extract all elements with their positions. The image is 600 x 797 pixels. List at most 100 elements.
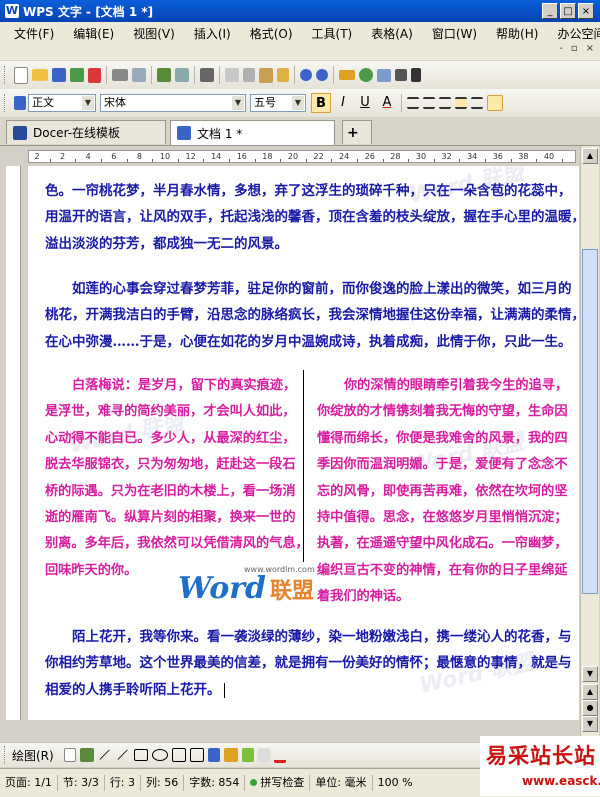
hyperlink-icon[interactable] — [359, 68, 373, 82]
insert-picture-icon[interactable] — [223, 748, 238, 762]
scroll-up-icon[interactable]: ▲ — [582, 148, 598, 164]
ruler-tick-mark — [433, 159, 435, 162]
ruler-tick-label: 4 — [85, 152, 91, 161]
textbox-icon[interactable] — [171, 748, 186, 762]
copy-icon[interactable] — [225, 68, 239, 82]
plus-icon: + — [347, 124, 359, 141]
autoshapes-icon[interactable] — [79, 748, 94, 762]
vertical-scrollbar[interactable]: ▲ ▼ ▲ ● ▼ — [580, 146, 599, 740]
print-icon[interactable] — [112, 69, 128, 81]
align-right-icon[interactable] — [439, 97, 451, 109]
font-color-button[interactable]: A — [377, 93, 397, 113]
chinese-convert-icon[interactable] — [200, 68, 214, 82]
line-spacing-icon[interactable] — [487, 95, 503, 111]
italic-button[interactable]: I — [333, 93, 353, 113]
doc-minimize-button[interactable]: - — [559, 43, 563, 54]
align-center-icon[interactable] — [423, 97, 435, 109]
draw-menu-button[interactable]: 绘图(R) — [12, 747, 54, 764]
toolbar-grip[interactable] — [4, 746, 8, 764]
new-document-icon[interactable] — [14, 66, 28, 84]
open-folder-icon[interactable] — [32, 69, 48, 81]
ruler-tick-label: 28 — [390, 152, 401, 161]
select-browse-icon[interactable]: ● — [582, 700, 598, 716]
ruler-tick-label: 34 — [467, 152, 478, 161]
menu-office-space[interactable]: 办公空间(K) — [557, 25, 600, 42]
columns-icon[interactable] — [395, 69, 407, 81]
underline-button[interactable]: U — [355, 93, 375, 113]
distribute-icon[interactable] — [471, 97, 483, 109]
font-select[interactable]: 宋体 ▼ — [100, 94, 246, 112]
scroll-thumb[interactable] — [582, 249, 598, 594]
vertical-textbox-icon[interactable] — [189, 748, 204, 762]
document-page[interactable]: Word 联盟 Word 联盟 Word 联盟 Word 联盟 色。一帘桃花梦，… — [28, 166, 579, 740]
doc-restore-button[interactable]: ▫ — [571, 43, 578, 54]
arrow-icon[interactable] — [117, 749, 129, 761]
menu-insert[interactable]: 插入(I) — [194, 25, 231, 42]
scroll-down-icon[interactable]: ▼ — [582, 666, 598, 682]
tab-docer[interactable]: Docer-在线模板 — [6, 120, 166, 144]
ruler-tick-label: 12 — [185, 152, 196, 161]
show-marks-icon[interactable] — [411, 68, 421, 82]
status-spell-check[interactable]: 拼写检查 — [245, 775, 311, 791]
status-zoom[interactable]: 100 % — [373, 775, 418, 791]
ellipse-icon[interactable] — [151, 749, 168, 761]
line-icon[interactable] — [99, 749, 111, 761]
ruler-tick-label: 38 — [518, 152, 529, 161]
wordart-icon[interactable] — [207, 748, 220, 762]
word-count-icon[interactable] — [175, 68, 189, 82]
new-tab-button[interactable]: + — [342, 120, 372, 144]
toolbar-grip[interactable] — [4, 94, 8, 112]
format-painter-icon[interactable] — [277, 68, 289, 82]
document-icon — [177, 126, 191, 140]
style-select[interactable]: 正文 ▼ — [28, 94, 96, 112]
bold-button[interactable]: B — [311, 93, 331, 113]
formula-icon[interactable] — [339, 70, 355, 80]
print-preview-icon[interactable] — [132, 68, 146, 82]
next-page-icon[interactable]: ▼ — [582, 716, 598, 732]
menu-window[interactable]: 窗口(W) — [432, 25, 477, 42]
document-tabs: Docer-在线模板 文档 1 * + — [0, 117, 600, 146]
redo-icon[interactable] — [316, 69, 328, 81]
prev-page-icon[interactable]: ▲ — [582, 684, 598, 700]
styles-icon[interactable] — [14, 96, 26, 110]
menu-file[interactable]: 文件(F) — [14, 25, 54, 42]
status-word-count[interactable]: 字数: 854 — [184, 775, 246, 791]
undo-icon[interactable] — [300, 69, 312, 81]
status-unit[interactable]: 单位: 毫米 — [310, 775, 373, 791]
ruler-tick-label: 32 — [441, 152, 452, 161]
menu-table[interactable]: 表格(A) — [371, 25, 413, 42]
rectangle-icon[interactable] — [133, 749, 148, 761]
menu-view[interactable]: 视图(V) — [133, 25, 175, 42]
paragraph-2: 如莲的心事会穿过春梦芳菲，驻足你的窗前，而你俊逸的脸上漾出的微笑，如三月的 桃花… — [45, 281, 579, 350]
insert-table-icon[interactable] — [377, 68, 391, 82]
tab-document-1[interactable]: 文档 1 * — [170, 120, 335, 145]
minimize-button[interactable]: _ — [542, 3, 558, 19]
ruler-tick-label: 16 — [236, 152, 247, 161]
ruler-tick-mark — [126, 159, 128, 162]
export-pdf-icon[interactable] — [88, 67, 101, 83]
doc-close-button[interactable]: × — [586, 43, 594, 54]
justify-icon[interactable] — [455, 97, 467, 109]
paragraph-1: 色。一帘桃花梦，半月春水情，多想，弃了这浮生的琐碎千种，只在一朵含苞的花蕊中， … — [45, 183, 579, 252]
save-icon[interactable] — [52, 68, 66, 82]
spell-check-icon[interactable] — [157, 68, 171, 82]
toolbar-grip[interactable] — [4, 66, 8, 84]
menu-tools[interactable]: 工具(T) — [312, 25, 353, 42]
menu-help[interactable]: 帮助(H) — [496, 25, 538, 42]
menu-edit[interactable]: 编辑(E) — [73, 25, 114, 42]
font-color-icon[interactable] — [273, 748, 286, 763]
ruler-tick-label: 8 — [136, 152, 142, 161]
close-button[interactable]: × — [578, 3, 594, 19]
menu-format[interactable]: 格式(O) — [250, 25, 293, 42]
vertical-ruler[interactable] — [6, 166, 21, 740]
align-left-icon[interactable] — [407, 97, 419, 109]
maximize-button[interactable]: □ — [560, 3, 576, 19]
cut-icon[interactable] — [243, 68, 255, 82]
horizontal-ruler[interactable]: 2 2 4 6 8 10 12 14 16 18 20 22 24 26 28 30 32 34 36 38 40 — [0, 146, 600, 166]
paste-icon[interactable] — [259, 67, 273, 83]
save-as-icon[interactable] — [70, 68, 84, 82]
select-pointer-icon[interactable] — [63, 748, 76, 762]
line-color-icon[interactable] — [257, 748, 270, 762]
font-size-select[interactable]: 五号 ▼ — [250, 94, 306, 112]
fill-color-icon[interactable] — [241, 748, 254, 762]
